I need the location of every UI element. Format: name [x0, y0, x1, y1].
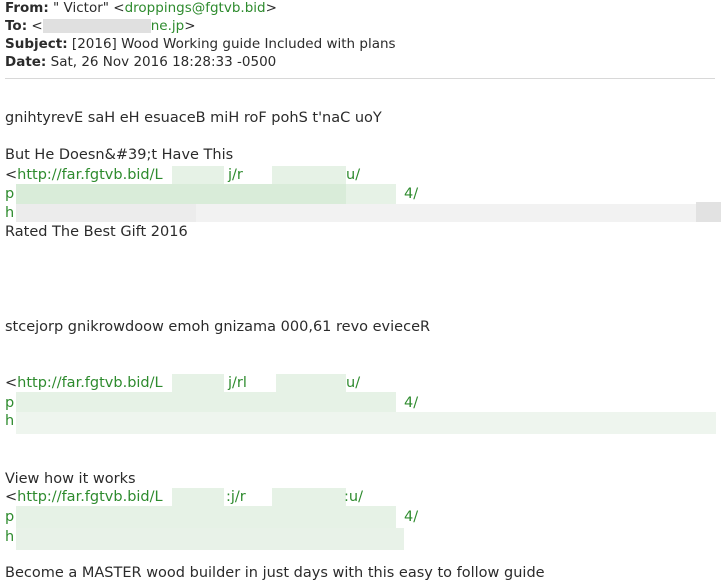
link-1-part-b[interactable]: j/r	[228, 166, 243, 184]
to-close: >	[184, 18, 196, 34]
date-line: Date: Sat, 26 Nov 2016 18:28:33 -0500	[5, 54, 276, 70]
header-divider	[5, 78, 715, 79]
subject-value: [2016] Wood Working guide Included with …	[67, 36, 396, 52]
from-label: From:	[5, 0, 49, 16]
to-open: <	[27, 18, 43, 34]
redaction-block	[16, 184, 346, 204]
redaction-block	[696, 202, 721, 222]
link-line-1a: <http://far.fgtvb.bid/L	[5, 167, 163, 183]
to-line: To: < ne.jp>	[5, 18, 196, 34]
to-label: To:	[5, 18, 28, 34]
to-email-link[interactable]: ne.jp	[151, 18, 184, 34]
subject-line: Subject: [2016] Wood Working guide Inclu…	[5, 36, 396, 52]
link-2-part-b[interactable]: j/rl	[228, 374, 247, 392]
redaction-block	[16, 412, 716, 434]
link-3-part-p[interactable]: p	[5, 508, 14, 526]
from-name: " Victor" <	[48, 0, 125, 16]
from-line: From: " Victor" <droppings@fgtvb.bid>	[5, 0, 277, 16]
link-1-part-a[interactable]: http://far.fgtvb.bid/L	[17, 167, 162, 183]
link-2-part-4[interactable]: 4/	[404, 394, 418, 412]
from-email-link[interactable]: droppings@fgtvb.bid	[125, 0, 266, 16]
link-line-3a: <http://far.fgtvb.bid/L	[5, 489, 163, 505]
redaction-block	[346, 184, 396, 204]
body-line-reversed-4: stcejorp gnikrowdoow emoh gnizama 000,61…	[5, 319, 431, 335]
date-label: Date:	[5, 54, 47, 70]
from-close: >	[265, 0, 277, 16]
redaction-block	[172, 166, 224, 184]
link-2-part-c[interactable]: u/	[346, 374, 360, 392]
redaction-block	[196, 204, 696, 222]
redaction-block	[276, 374, 346, 392]
body-line-2: But He Doesn&#39;t Have This	[5, 147, 234, 163]
redaction-block	[16, 528, 404, 550]
link-1-part-h[interactable]: h	[5, 204, 14, 222]
link-3-part-h[interactable]: h	[5, 528, 14, 546]
body-line-5: View how it works	[5, 471, 136, 487]
link-line-2a: <http://far.fgtvb.bid/L	[5, 375, 163, 391]
link-2-part-p[interactable]: p	[5, 394, 14, 412]
redaction-block	[16, 204, 196, 222]
link-1-part-c[interactable]: u/	[346, 166, 360, 184]
redaction-block	[272, 488, 346, 506]
link-3-part-b[interactable]: :j/r	[226, 488, 246, 506]
redaction-block	[16, 392, 396, 412]
body-line-3: Rated The Best Gift 2016	[5, 224, 188, 240]
to-email-redacted	[42, 19, 151, 33]
redaction-block	[272, 166, 346, 184]
date-value: Sat, 26 Nov 2016 18:28:33 -0500	[46, 54, 277, 70]
link-2-part-h[interactable]: h	[5, 412, 14, 430]
redaction-block	[172, 374, 224, 392]
redaction-block	[172, 488, 224, 506]
body-line-6-cutoff: Become a MASTER wood builder in just day…	[5, 565, 545, 581]
link-1-part-p[interactable]: p	[5, 185, 14, 203]
link-3-part-4[interactable]: 4/	[404, 508, 418, 526]
link-1-part-4[interactable]: 4/	[404, 185, 418, 203]
redaction-block	[16, 506, 396, 528]
link-3-part-c[interactable]: :u/	[344, 488, 363, 506]
link-2-part-a[interactable]: http://far.fgtvb.bid/L	[17, 375, 162, 391]
subject-label: Subject:	[5, 36, 68, 52]
link-3-part-a[interactable]: http://far.fgtvb.bid/L	[17, 489, 162, 505]
body-line-reversed-1: gnihtyrevE saH eH esuaceB miH roF pohS t…	[5, 110, 382, 126]
